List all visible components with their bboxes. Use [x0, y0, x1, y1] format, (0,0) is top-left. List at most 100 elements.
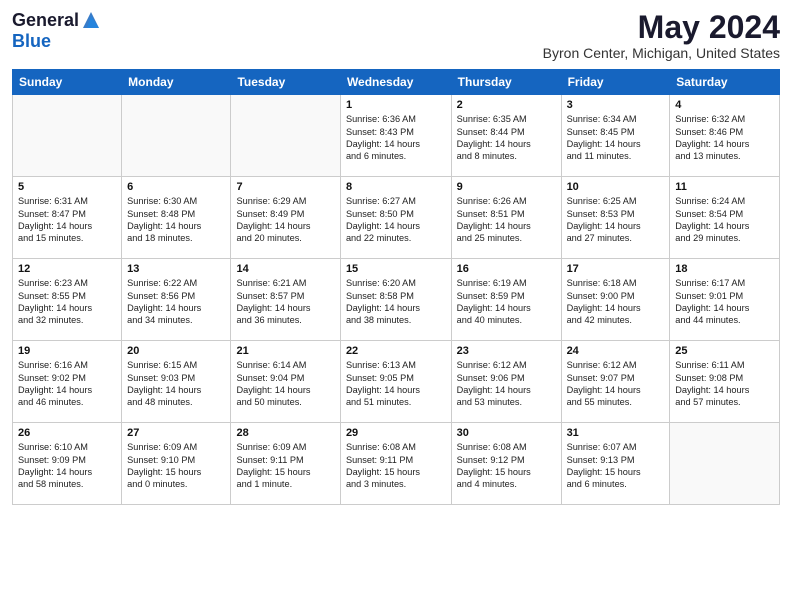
day-number: 1 — [346, 99, 446, 111]
day-info: Sunrise: 6:23 AM Sunset: 8:55 PM Dayligh… — [18, 277, 116, 327]
table-row: 12 Sunrise: 6:23 AM Sunset: 8:55 PM Dayli… — [13, 259, 122, 341]
header-friday: Friday — [561, 70, 670, 95]
table-row — [231, 95, 340, 177]
day-number: 11 — [675, 181, 774, 193]
table-row: 5Sunrise: 6:31 AM Sunset: 8:47 PM Daylig… — [13, 177, 122, 259]
table-row: 9 Sunrise: 6:26 AM Sunset: 8:51 PM Daylig… — [451, 177, 561, 259]
table-row: 25Sunrise: 6:11 AM Sunset: 9:08 PM Dayli… — [670, 341, 780, 423]
table-row: 21 Sunrise: 6:14 AM Sunset: 9:04 PM Dayli… — [231, 341, 340, 423]
calendar-week-4: 19Sunrise: 6:16 AM Sunset: 9:02 PM Dayli… — [13, 341, 780, 423]
day-info: Sunrise: 6:14 AM Sunset: 9:04 PM Dayligh… — [236, 359, 334, 409]
table-row: 15 Sunrise: 6:20 AM Sunset: 8:58 PM Dayli… — [340, 259, 451, 341]
day-info: Sunrise: 6:18 AM Sunset: 9:00 PM Dayligh… — [567, 277, 665, 327]
header-monday: Monday — [122, 70, 231, 95]
logo: General Blue — [12, 10, 101, 52]
day-info: Sunrise: 6:09 AM Sunset: 9:10 PM Dayligh… — [127, 441, 225, 491]
day-number: 16 — [457, 263, 556, 275]
title-block: May 2024 Byron Center, Michigan, United … — [543, 10, 780, 61]
day-info: Sunrise: 6:22 AM Sunset: 8:56 PM Dayligh… — [127, 277, 225, 327]
day-number: 28 — [236, 427, 334, 439]
table-row: 23Sunrise: 6:12 AM Sunset: 9:06 PM Dayli… — [451, 341, 561, 423]
day-number: 22 — [346, 345, 446, 357]
header-saturday: Saturday — [670, 70, 780, 95]
day-info: Sunrise: 6:34 AM Sunset: 8:45 PM Dayligh… — [567, 113, 665, 163]
table-row: 26Sunrise: 6:10 AM Sunset: 9:09 PM Dayli… — [13, 423, 122, 505]
day-number: 4 — [675, 99, 774, 111]
day-info: Sunrise: 6:12 AM Sunset: 9:07 PM Dayligh… — [567, 359, 665, 409]
day-info: Sunrise: 6:11 AM Sunset: 9:08 PM Dayligh… — [675, 359, 774, 409]
table-row: 11 Sunrise: 6:24 AM Sunset: 8:54 PM Dayli… — [670, 177, 780, 259]
day-info: Sunrise: 6:24 AM Sunset: 8:54 PM Dayligh… — [675, 195, 774, 245]
day-number: 14 — [236, 263, 334, 275]
table-row: 18Sunrise: 6:17 AM Sunset: 9:01 PM Dayli… — [670, 259, 780, 341]
table-row: 4Sunrise: 6:32 AM Sunset: 8:46 PM Daylig… — [670, 95, 780, 177]
calendar-table: Sunday Monday Tuesday Wednesday Thursday… — [12, 69, 780, 505]
day-number: 12 — [18, 263, 116, 275]
table-row: 16Sunrise: 6:19 AM Sunset: 8:59 PM Dayli… — [451, 259, 561, 341]
day-number: 13 — [127, 263, 225, 275]
day-number: 9 — [457, 181, 556, 193]
day-info: Sunrise: 6:17 AM Sunset: 9:01 PM Dayligh… — [675, 277, 774, 327]
day-number: 10 — [567, 181, 665, 193]
location: Byron Center, Michigan, United States — [543, 45, 780, 61]
day-info: Sunrise: 6:10 AM Sunset: 9:09 PM Dayligh… — [18, 441, 116, 491]
table-row — [13, 95, 122, 177]
calendar-week-3: 12 Sunrise: 6:23 AM Sunset: 8:55 PM Dayli… — [13, 259, 780, 341]
header-wednesday: Wednesday — [340, 70, 451, 95]
day-number: 2 — [457, 99, 556, 111]
day-info: Sunrise: 6:08 AM Sunset: 9:12 PM Dayligh… — [457, 441, 556, 491]
table-row: 20 Sunrise: 6:15 AM Sunset: 9:03 PM Dayli… — [122, 341, 231, 423]
day-info: Sunrise: 6:36 AM Sunset: 8:43 PM Dayligh… — [346, 113, 446, 163]
calendar-week-5: 26Sunrise: 6:10 AM Sunset: 9:09 PM Dayli… — [13, 423, 780, 505]
page-header: General Blue May 2024 Byron Center, Mich… — [12, 10, 780, 61]
day-number: 29 — [346, 427, 446, 439]
day-number: 30 — [457, 427, 556, 439]
table-row: 19Sunrise: 6:16 AM Sunset: 9:02 PM Dayli… — [13, 341, 122, 423]
day-info: Sunrise: 6:21 AM Sunset: 8:57 PM Dayligh… — [236, 277, 334, 327]
day-info: Sunrise: 6:16 AM Sunset: 9:02 PM Dayligh… — [18, 359, 116, 409]
table-row: 29 Sunrise: 6:08 AM Sunset: 9:11 PM Dayli… — [340, 423, 451, 505]
calendar-week-1: 1 Sunrise: 6:36 AM Sunset: 8:43 PM Daylig… — [13, 95, 780, 177]
day-info: Sunrise: 6:20 AM Sunset: 8:58 PM Dayligh… — [346, 277, 446, 327]
table-row: 27 Sunrise: 6:09 AM Sunset: 9:10 PM Dayli… — [122, 423, 231, 505]
day-number: 20 — [127, 345, 225, 357]
day-number: 21 — [236, 345, 334, 357]
table-row: 24 Sunrise: 6:12 AM Sunset: 9:07 PM Dayli… — [561, 341, 670, 423]
month-title: May 2024 — [543, 10, 780, 45]
table-row: 17Sunrise: 6:18 AM Sunset: 9:00 PM Dayli… — [561, 259, 670, 341]
table-row: 6Sunrise: 6:30 AM Sunset: 8:48 PM Daylig… — [122, 177, 231, 259]
day-info: Sunrise: 6:26 AM Sunset: 8:51 PM Dayligh… — [457, 195, 556, 245]
table-row: 22Sunrise: 6:13 AM Sunset: 9:05 PM Dayli… — [340, 341, 451, 423]
header-thursday: Thursday — [451, 70, 561, 95]
day-info: Sunrise: 6:09 AM Sunset: 9:11 PM Dayligh… — [236, 441, 334, 491]
day-number: 8 — [346, 181, 446, 193]
calendar-week-2: 5Sunrise: 6:31 AM Sunset: 8:47 PM Daylig… — [13, 177, 780, 259]
table-row: 13 Sunrise: 6:22 AM Sunset: 8:56 PM Dayli… — [122, 259, 231, 341]
table-row: 31 Sunrise: 6:07 AM Sunset: 9:13 PM Dayli… — [561, 423, 670, 505]
logo-icon — [81, 10, 101, 32]
weekday-header-row: Sunday Monday Tuesday Wednesday Thursday… — [13, 70, 780, 95]
day-number: 7 — [236, 181, 334, 193]
table-row: 8 Sunrise: 6:27 AM Sunset: 8:50 PM Daylig… — [340, 177, 451, 259]
table-row — [122, 95, 231, 177]
day-number: 31 — [567, 427, 665, 439]
day-number: 27 — [127, 427, 225, 439]
table-row — [670, 423, 780, 505]
day-info: Sunrise: 6:15 AM Sunset: 9:03 PM Dayligh… — [127, 359, 225, 409]
day-number: 15 — [346, 263, 446, 275]
table-row: 2 Sunrise: 6:35 AM Sunset: 8:44 PM Daylig… — [451, 95, 561, 177]
day-info: Sunrise: 6:08 AM Sunset: 9:11 PM Dayligh… — [346, 441, 446, 491]
day-info: Sunrise: 6:07 AM Sunset: 9:13 PM Dayligh… — [567, 441, 665, 491]
table-row: 7 Sunrise: 6:29 AM Sunset: 8:49 PM Daylig… — [231, 177, 340, 259]
day-number: 23 — [457, 345, 556, 357]
day-info: Sunrise: 6:29 AM Sunset: 8:49 PM Dayligh… — [236, 195, 334, 245]
page-container: General Blue May 2024 Byron Center, Mich… — [0, 0, 792, 612]
table-row: 14 Sunrise: 6:21 AM Sunset: 8:57 PM Dayli… — [231, 259, 340, 341]
logo-general: General — [12, 11, 79, 31]
table-row: 30 Sunrise: 6:08 AM Sunset: 9:12 PM Dayli… — [451, 423, 561, 505]
day-number: 3 — [567, 99, 665, 111]
day-number: 24 — [567, 345, 665, 357]
day-info: Sunrise: 6:30 AM Sunset: 8:48 PM Dayligh… — [127, 195, 225, 245]
day-info: Sunrise: 6:27 AM Sunset: 8:50 PM Dayligh… — [346, 195, 446, 245]
day-info: Sunrise: 6:35 AM Sunset: 8:44 PM Dayligh… — [457, 113, 556, 163]
